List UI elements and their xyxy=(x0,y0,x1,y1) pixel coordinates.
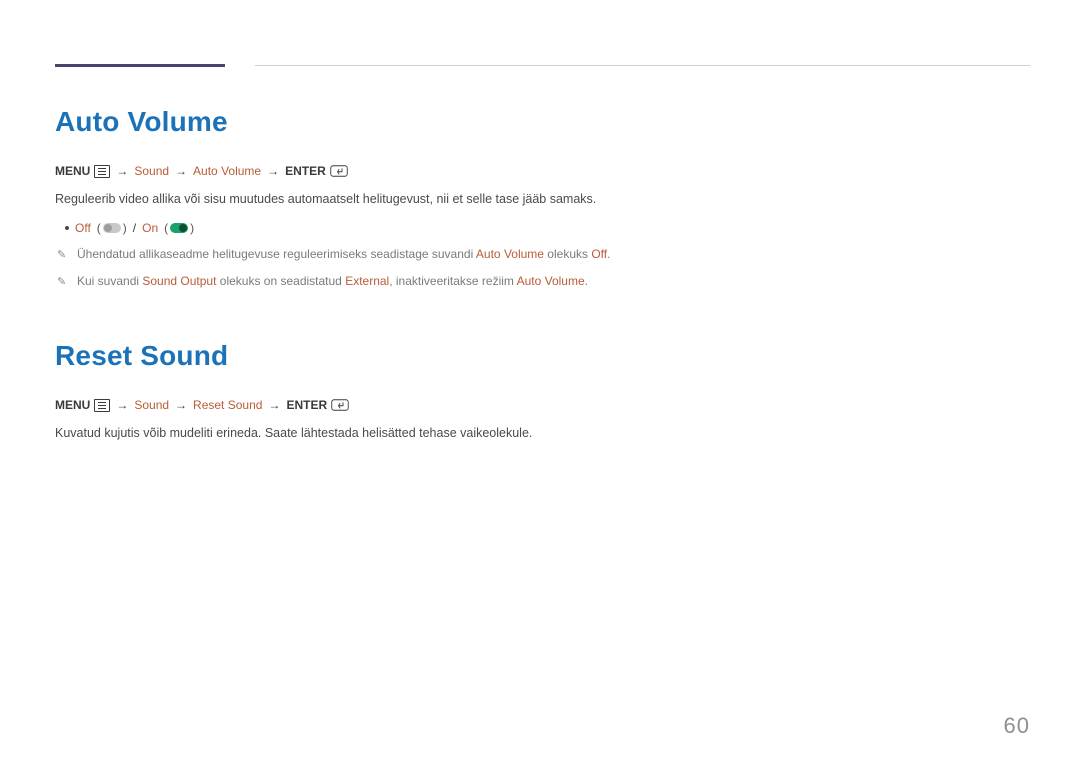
note-1-text: Ühendatud allikaseadme helitugevuse regu… xyxy=(77,245,617,264)
divider-line xyxy=(255,65,1030,66)
enter-icon xyxy=(331,399,349,411)
enter-icon xyxy=(330,165,348,177)
toggle-off-icon xyxy=(103,223,121,233)
menu-icon xyxy=(94,165,110,178)
page-number: 60 xyxy=(1004,713,1030,739)
description-auto-volume: Reguleerib video allika või sisu muutude… xyxy=(55,190,605,209)
arrow-icon: → xyxy=(265,162,281,180)
breadcrumb-reset-sound: MENU → Sound → Reset Sound → ENTER xyxy=(55,396,1030,414)
menu-label: MENU xyxy=(55,162,90,180)
breadcrumb-auto-volume: MENU → Sound → Auto Volume → ENTER xyxy=(55,162,1030,180)
option-row: Off ( ) / On ( ) xyxy=(65,221,1030,235)
pencil-icon xyxy=(57,245,67,264)
enter-label: ENTER xyxy=(285,162,326,180)
path-sound: Sound xyxy=(134,396,169,414)
manual-page: Auto Volume MENU → Sound → Auto Volume →… xyxy=(0,0,1080,763)
section-reset-sound: Reset Sound MENU → Sound → Reset Sound →… xyxy=(55,340,1030,443)
accent-bar xyxy=(55,64,225,67)
section-auto-volume: Auto Volume MENU → Sound → Auto Volume →… xyxy=(55,106,1030,290)
top-rule xyxy=(55,60,1030,70)
toggle-on-icon xyxy=(170,223,188,233)
note-1: Ühendatud allikaseadme helitugevuse regu… xyxy=(57,245,617,264)
menu-icon xyxy=(94,399,110,412)
heading-reset-sound: Reset Sound xyxy=(55,340,1030,372)
arrow-icon: → xyxy=(266,396,282,414)
path-reset-sound: Reset Sound xyxy=(193,396,262,414)
arrow-icon: → xyxy=(114,396,130,414)
toggle-off: ( ) xyxy=(97,221,127,235)
option-separator: / xyxy=(133,221,136,235)
note-2-text: Kui suvandi Sound Output olekuks on sead… xyxy=(77,272,617,291)
arrow-icon: → xyxy=(114,162,130,180)
note-2: Kui suvandi Sound Output olekuks on sead… xyxy=(57,272,617,291)
description-reset-sound: Kuvatud kujutis võib mudeliti erineda. S… xyxy=(55,424,605,443)
option-off-label: Off xyxy=(75,221,91,235)
bullet-icon xyxy=(65,226,69,230)
option-on-label: On xyxy=(142,221,158,235)
arrow-icon: → xyxy=(173,162,189,180)
heading-auto-volume: Auto Volume xyxy=(55,106,1030,138)
path-sound: Sound xyxy=(134,162,169,180)
path-auto-volume: Auto Volume xyxy=(193,162,261,180)
menu-label: MENU xyxy=(55,396,90,414)
arrow-icon: → xyxy=(173,396,189,414)
enter-label: ENTER xyxy=(286,396,327,414)
toggle-on: ( ) xyxy=(164,221,194,235)
pencil-icon xyxy=(57,272,67,291)
